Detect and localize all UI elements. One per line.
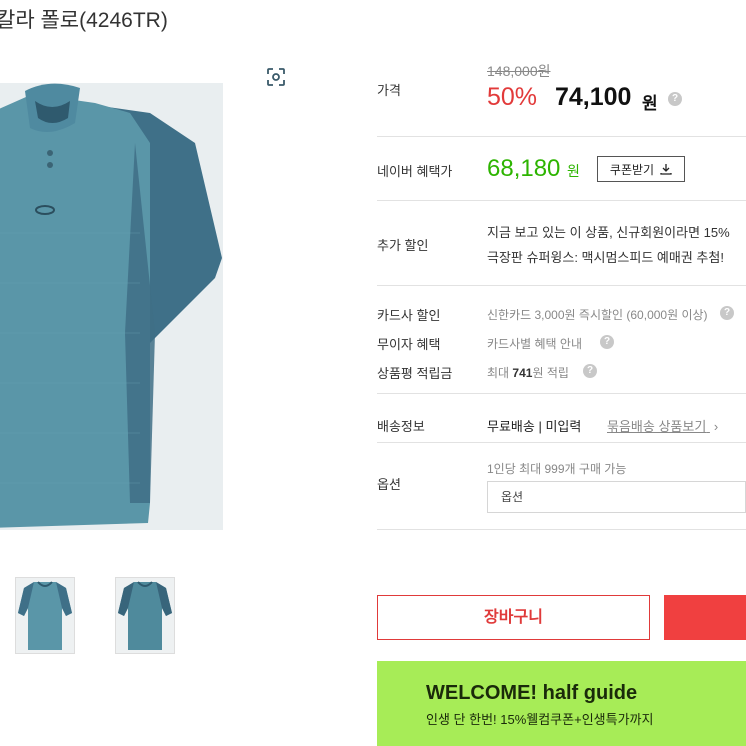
divider [377, 529, 746, 530]
extra-discount-label: 추가 할인 [377, 238, 429, 253]
divider [377, 136, 746, 137]
review-points-amount: 741 [512, 366, 533, 380]
divider [377, 393, 746, 394]
help-icon[interactable]: ? [720, 306, 734, 320]
download-icon [660, 164, 672, 175]
option-select[interactable]: 옵션 [487, 481, 746, 513]
divider [377, 285, 746, 286]
polo-shirt-image [0, 83, 223, 530]
review-points-prefix: 최대 [487, 366, 513, 380]
interest-free-label: 무이자 혜택 [377, 337, 441, 352]
price-currency: 원 [642, 94, 658, 113]
help-icon[interactable]: ? [600, 335, 614, 349]
coupon-download-button[interactable]: 쿠폰받기 [597, 156, 685, 182]
help-icon[interactable]: ? [668, 92, 682, 106]
interest-free-text: 카드사별 혜택 안내 [487, 337, 582, 351]
review-points-text: 최대 741원 적립 [487, 364, 569, 381]
original-price: 148,000원 [487, 63, 551, 79]
bundle-shipping-link[interactable]: 묶음배송 상품보기 › [607, 416, 718, 435]
shipping-value: 무료배송 | 미입력 [487, 419, 582, 434]
product-title: 칼라 폴로(4246TR) [0, 9, 168, 32]
extra-discount-line2[interactable]: 극장판 슈퍼윙스: 맥시멈스피드 예매권 추첨! [487, 247, 724, 266]
bundle-shipping-link-label: 묶음배송 상품보기 [607, 419, 707, 434]
chevron-right-icon: › [713, 419, 719, 434]
divider [377, 200, 746, 201]
divider [377, 442, 746, 443]
card-discount-label: 카드사 할인 [377, 308, 441, 323]
banner-subtitle: 인생 단 한번! 15%웰컴쿠폰+인생특가까지 [426, 712, 654, 727]
naver-price: 68,180 [487, 155, 561, 182]
extra-discount-line1[interactable]: 지금 보고 있는 이 상품, 신규회원이라면 15% [487, 222, 730, 241]
review-points-label: 상품평 적립금 [377, 366, 453, 381]
add-to-cart-button[interactable]: 장바구니 [377, 595, 650, 640]
thumbnail-1[interactable] [15, 577, 75, 654]
banner-title: WELCOME! half guide [426, 682, 638, 704]
naver-price-label: 네이버 혜택가 [377, 164, 453, 179]
zoom-icon[interactable] [266, 67, 286, 87]
card-discount-text: 신한카드 3,000원 즉시할인 (60,000원 이상) [487, 308, 708, 322]
buy-now-button[interactable] [664, 595, 746, 640]
thumbnail-2[interactable] [115, 577, 175, 654]
shipping-label: 배송정보 [377, 419, 425, 434]
welcome-banner[interactable]: WELCOME! half guide 인생 단 한번! 15%웰컴쿠폰+인생특… [377, 661, 746, 746]
sale-price: 74,100 [555, 83, 632, 111]
naver-currency: 원 [567, 163, 580, 179]
price-label: 가격 [377, 83, 401, 98]
discount-rate: 50% [487, 83, 538, 111]
review-points-suffix: 원 적립 [532, 366, 569, 380]
product-main-image[interactable] [0, 83, 223, 530]
help-icon[interactable]: ? [583, 364, 597, 378]
coupon-button-label: 쿠폰받기 [609, 162, 655, 177]
option-limit-hint: 1인당 최대 999개 구매 가능 [487, 462, 627, 476]
option-label: 옵션 [377, 477, 401, 492]
